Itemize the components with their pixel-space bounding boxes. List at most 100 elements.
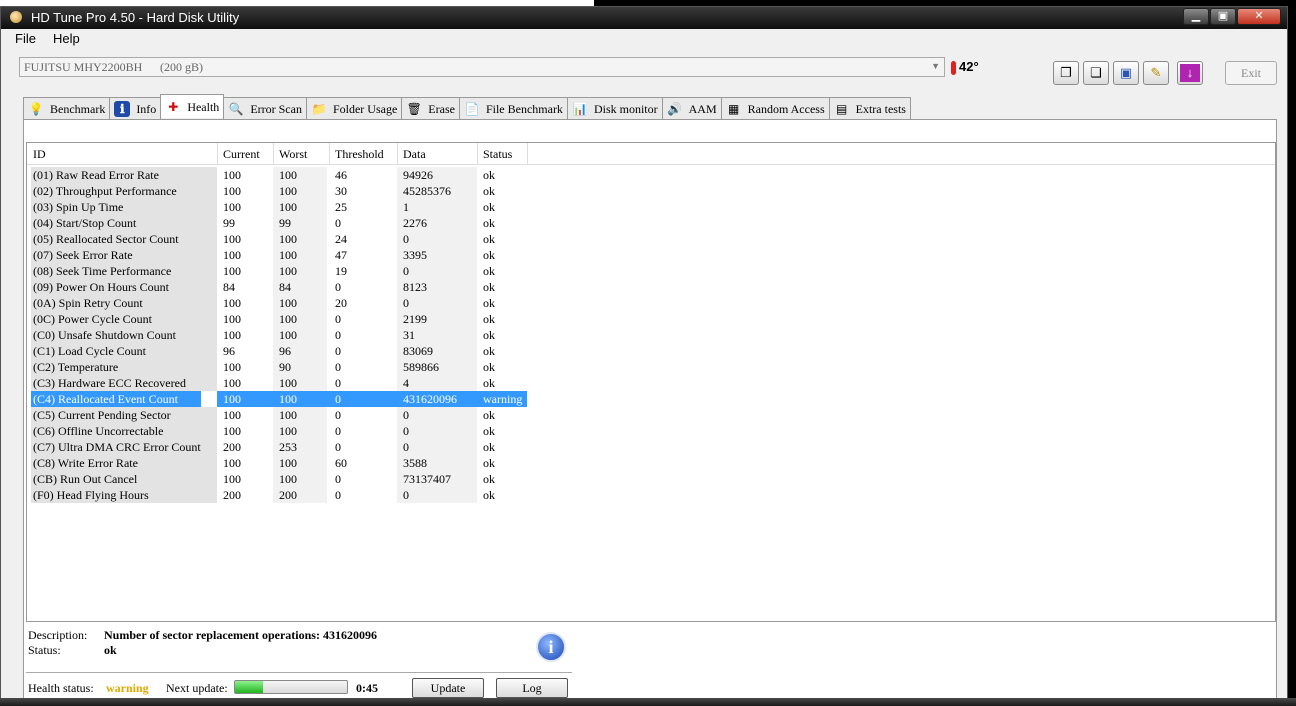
- cell-id: (C6) Offline Uncorrectable: [33, 424, 164, 438]
- tab-label: Disk monitor: [593, 101, 658, 116]
- tab-label: Info: [136, 101, 157, 116]
- tab-health[interactable]: ✚ Health: [160, 94, 225, 118]
- temperature-value: 42: [959, 59, 974, 74]
- column-header-id[interactable]: ID: [33, 147, 46, 162]
- column-separator[interactable]: [397, 143, 398, 165]
- tab-aam[interactable]: 🔊 AAM: [661, 97, 722, 119]
- column-header-worst[interactable]: Worst: [279, 147, 307, 162]
- table-row[interactable]: (F0) Head Flying Hours 200 200 0 0 ok: [31, 487, 527, 503]
- table-row[interactable]: (05) Reallocated Sector Count 100 100 24 0 ok: [31, 231, 527, 247]
- tab-error-scan[interactable]: 🔍 Error Scan: [223, 97, 307, 119]
- table-row[interactable]: (0A) Spin Retry Count 100 100 20 0 ok: [31, 295, 527, 311]
- cell-threshold: 46: [335, 168, 347, 182]
- table-row[interactable]: (C4) Reallocated Event Count 100 100 0 43162…: [31, 391, 527, 407]
- cell-status: ok: [483, 344, 495, 358]
- cell-status: ok: [483, 376, 495, 390]
- tab-benchmark[interactable]: 💡 Benchmark: [23, 97, 111, 119]
- info-icon[interactable]: i: [536, 632, 566, 662]
- table-row[interactable]: (0C) Power Cycle Count 100 100 0 2199 ok: [31, 311, 527, 327]
- cell-current: 96: [223, 344, 235, 358]
- copy-info-button[interactable]: ❐: [1053, 61, 1079, 85]
- cell-status: ok: [483, 184, 495, 198]
- cell-threshold: 0: [335, 392, 341, 406]
- table-row[interactable]: (03) Spin Up Time 100 100 25 1 ok: [31, 199, 527, 215]
- maximize-button[interactable]: ▣: [1210, 8, 1236, 25]
- cell-id: (C4) Reallocated Event Count: [33, 392, 178, 406]
- tab-file-benchmark[interactable]: 📄 File Benchmark: [458, 97, 568, 119]
- table-row[interactable]: (09) Power On Hours Count 84 84 0 8123 ok: [31, 279, 527, 295]
- table-row[interactable]: (C8) Write Error Rate 100 100 60 3588 ok: [31, 455, 527, 471]
- drive-select[interactable]: FUJITSU MHY2200BH (200 gB) ▼: [19, 57, 945, 77]
- chevron-down-icon[interactable]: ▼: [931, 61, 940, 71]
- arrow-down-icon: ↓: [1180, 64, 1200, 82]
- cell-id: (02) Throughput Performance: [33, 184, 177, 198]
- tab-random-access[interactable]: ▦ Random Access: [720, 97, 830, 119]
- tab-extra-tests[interactable]: ▤ Extra tests: [828, 97, 911, 119]
- cell-data: 4: [403, 376, 409, 390]
- cell-id: (0C) Power Cycle Count: [33, 312, 152, 326]
- menu-bar: File Help: [1, 29, 1287, 49]
- column-separator[interactable]: [477, 143, 478, 165]
- cell-id: (0A) Spin Retry Count: [33, 296, 143, 310]
- main-window: HD Tune Pro 4.50 - Hard Disk Utility ▁ ▣…: [0, 6, 1288, 701]
- tab-label: File Benchmark: [485, 101, 563, 116]
- table-row[interactable]: (08) Seek Time Performance 100 100 19 0 ok: [31, 263, 527, 279]
- table-row[interactable]: (C6) Offline Uncorrectable 100 100 0 0 ok: [31, 423, 527, 439]
- cell-worst: 100: [279, 408, 297, 422]
- update-button[interactable]: Update: [412, 678, 484, 698]
- taskbar[interactable]: [0, 698, 1296, 706]
- cell-id: (F0) Head Flying Hours: [33, 488, 149, 502]
- minimize-button[interactable]: ▁: [1183, 8, 1209, 25]
- table-row[interactable]: (04) Start/Stop Count 99 99 0 2276 ok: [31, 215, 527, 231]
- tab-folder-usage[interactable]: 📁 Folder Usage: [305, 97, 403, 119]
- window-title: HD Tune Pro 4.50 - Hard Disk Utility: [31, 10, 240, 25]
- table-row[interactable]: (C3) Hardware ECC Recovered 100 100 0 4 ok: [31, 375, 527, 391]
- copy-screen-button[interactable]: ❏: [1083, 61, 1109, 85]
- column-separator[interactable]: [217, 143, 218, 165]
- smart-table[interactable]: ID Current Worst Threshold Data Status (01) R…: [26, 142, 1276, 622]
- cell-threshold: 24: [335, 232, 347, 246]
- health-status-label: Health status:: [28, 681, 94, 695]
- tab-label: AAM: [688, 101, 717, 116]
- table-row[interactable]: (CB) Run Out Cancel 100 100 0 73137407 ok: [31, 471, 527, 487]
- cell-data: 83069: [403, 344, 433, 358]
- cell-worst: 253: [279, 440, 297, 454]
- cell-worst: 100: [279, 392, 297, 406]
- save-button[interactable]: ▣: [1113, 61, 1139, 85]
- column-header-current[interactable]: Current: [223, 147, 260, 162]
- table-row[interactable]: (C1) Load Cycle Count 96 96 0 83069 ok: [31, 343, 527, 359]
- table-row[interactable]: (C2) Temperature 100 90 0 589866 ok: [31, 359, 527, 375]
- options-button[interactable]: ✎: [1143, 61, 1169, 85]
- table-row[interactable]: (C5) Current Pending Sector 100 100 0 0 ok: [31, 407, 527, 423]
- cell-status: ok: [483, 200, 495, 214]
- cell-worst: 100: [279, 312, 297, 326]
- close-button[interactable]: ✕: [1237, 8, 1281, 25]
- cell-current: 100: [223, 360, 241, 374]
- log-button[interactable]: Log: [496, 678, 568, 698]
- tab-label: Erase: [428, 101, 455, 116]
- menu-help[interactable]: Help: [53, 31, 80, 46]
- table-row[interactable]: (C0) Unsafe Shutdown Count 100 100 0 31 ok: [31, 327, 527, 343]
- tab-info[interactable]: ℹ Info: [109, 97, 162, 119]
- cell-threshold: 0: [335, 440, 341, 454]
- table-row[interactable]: (01) Raw Read Error Rate 100 100 46 94926 ok: [31, 167, 527, 183]
- table-row[interactable]: (02) Throughput Performance 100 100 30 45285…: [31, 183, 527, 199]
- column-separator[interactable]: [329, 143, 330, 165]
- column-header-data[interactable]: Data: [403, 147, 426, 162]
- table-row[interactable]: (07) Seek Error Rate 100 100 47 3395 ok: [31, 247, 527, 263]
- cell-worst: 100: [279, 424, 297, 438]
- title-bar[interactable]: HD Tune Pro 4.50 - Hard Disk Utility ▁ ▣…: [1, 7, 1287, 29]
- column-header-status[interactable]: Status: [483, 147, 512, 162]
- drive-name: FUJITSU MHY2200BH: [24, 60, 143, 74]
- tab-disk-monitor[interactable]: 📊 Disk monitor: [566, 97, 663, 119]
- row-background: [397, 439, 477, 455]
- table-row[interactable]: (C7) Ultra DMA CRC Error Count 200 253 0 0 ok: [31, 439, 527, 455]
- column-separator[interactable]: [273, 143, 274, 165]
- menu-file[interactable]: File: [15, 31, 36, 46]
- cell-status: ok: [483, 456, 495, 470]
- column-header-threshold[interactable]: Threshold: [335, 147, 384, 162]
- download-button[interactable]: ↓: [1177, 61, 1203, 85]
- exit-button[interactable]: Exit: [1225, 61, 1277, 85]
- column-separator[interactable]: [527, 143, 528, 165]
- tab-erase[interactable]: 🗑 Erase: [401, 97, 460, 119]
